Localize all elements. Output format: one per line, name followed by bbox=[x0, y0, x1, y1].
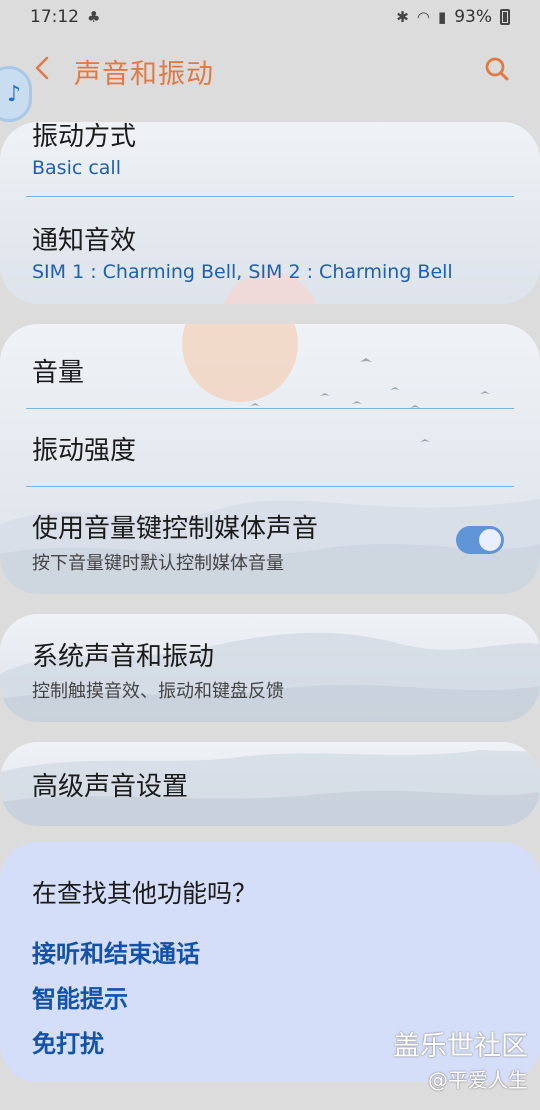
music-note-icon: ♪ bbox=[6, 81, 22, 107]
notification-sound-row[interactable]: 通知音效 SIM 1 : Charming Bell, SIM 2 : Char… bbox=[32, 220, 514, 283]
media-volume-keys-desc: 按下音量键时默认控制媒体音量 bbox=[32, 553, 284, 574]
suggestion-link-answer-end-calls[interactable]: 接听和结束通话 bbox=[32, 934, 200, 969]
media-volume-keys-row[interactable]: 使用音量键控制媒体声音 按下音量键时默认控制媒体音量 bbox=[32, 508, 430, 575]
card-advanced-sounds: 高级声音设置 bbox=[0, 742, 540, 826]
system-sounds-desc: 控制触摸音效、振动和键盘反馈 bbox=[32, 681, 284, 702]
divider bbox=[26, 408, 514, 409]
status-right: ✱ ◠ ▮ 93% bbox=[396, 7, 510, 27]
card-sounds: 振动方式 Basic call 通知音效 SIM 1 : Charming Be… bbox=[0, 122, 540, 304]
suggestions-title: 在查找其他功能吗？ bbox=[32, 879, 258, 908]
notification-icon: ♣ bbox=[87, 8, 101, 26]
battery-percent: 93% bbox=[454, 7, 492, 27]
search-icon[interactable] bbox=[482, 54, 512, 84]
header: 声音和振动 bbox=[0, 40, 540, 100]
divider bbox=[26, 486, 514, 487]
volume-title: 音量 bbox=[32, 358, 85, 388]
vibration-pattern-title: 振动方式 bbox=[32, 122, 137, 152]
vibration-pattern-row[interactable]: 振动方式 Basic call bbox=[32, 122, 514, 179]
vibration-intensity-row[interactable]: 振动强度 bbox=[32, 430, 514, 467]
notification-sound-title: 通知音效 bbox=[32, 226, 137, 256]
notification-sound-value: SIM 1 : Charming Bell, SIM 2 : Charming … bbox=[32, 261, 453, 283]
advanced-sounds-row[interactable]: 高级声音设置 bbox=[32, 766, 514, 803]
back-icon[interactable] bbox=[28, 54, 56, 82]
card-system-sounds: 系统声音和振动 控制触摸音效、振动和键盘反馈 bbox=[0, 614, 540, 722]
floating-music-bubble[interactable]: ♪ bbox=[0, 66, 32, 122]
system-sounds-row[interactable]: 系统声音和振动 控制触摸音效、振动和键盘反馈 bbox=[32, 636, 514, 703]
status-time: 17:12 bbox=[30, 7, 79, 27]
wifi-icon: ◠ bbox=[416, 8, 430, 26]
vibration-pattern-value: Basic call bbox=[32, 157, 121, 179]
vibration-intensity-title: 振动强度 bbox=[32, 436, 137, 466]
system-sounds-title: 系统声音和振动 bbox=[32, 642, 215, 672]
watermark-author: @平爱人生 bbox=[428, 1068, 528, 1092]
divider bbox=[26, 196, 514, 197]
media-volume-keys-title: 使用音量键控制媒体声音 bbox=[32, 514, 319, 544]
signal-icon: ▮ bbox=[437, 8, 447, 26]
page-title: 声音和振动 bbox=[74, 59, 214, 90]
media-volume-keys-toggle[interactable] bbox=[456, 526, 504, 554]
card-volume: 音量 振动强度 使用音量键控制媒体声音 按下音量键时默认控制媒体音量 bbox=[0, 324, 540, 594]
bluetooth-icon: ✱ bbox=[396, 8, 409, 26]
watermark-logo-text: 盖乐世社区 bbox=[393, 1031, 528, 1062]
suggestion-link-smart-alerts[interactable]: 智能提示 bbox=[32, 979, 128, 1014]
volume-row[interactable]: 音量 bbox=[32, 352, 514, 389]
toggle-knob bbox=[477, 527, 503, 553]
status-left: 17:12 ♣ bbox=[30, 7, 100, 27]
battery-icon bbox=[500, 9, 510, 25]
status-bar: 17:12 ♣ ✱ ◠ ▮ 93% bbox=[0, 0, 540, 34]
advanced-sounds-title: 高级声音设置 bbox=[32, 772, 189, 802]
suggestion-link-do-not-disturb[interactable]: 免打扰 bbox=[32, 1024, 104, 1059]
